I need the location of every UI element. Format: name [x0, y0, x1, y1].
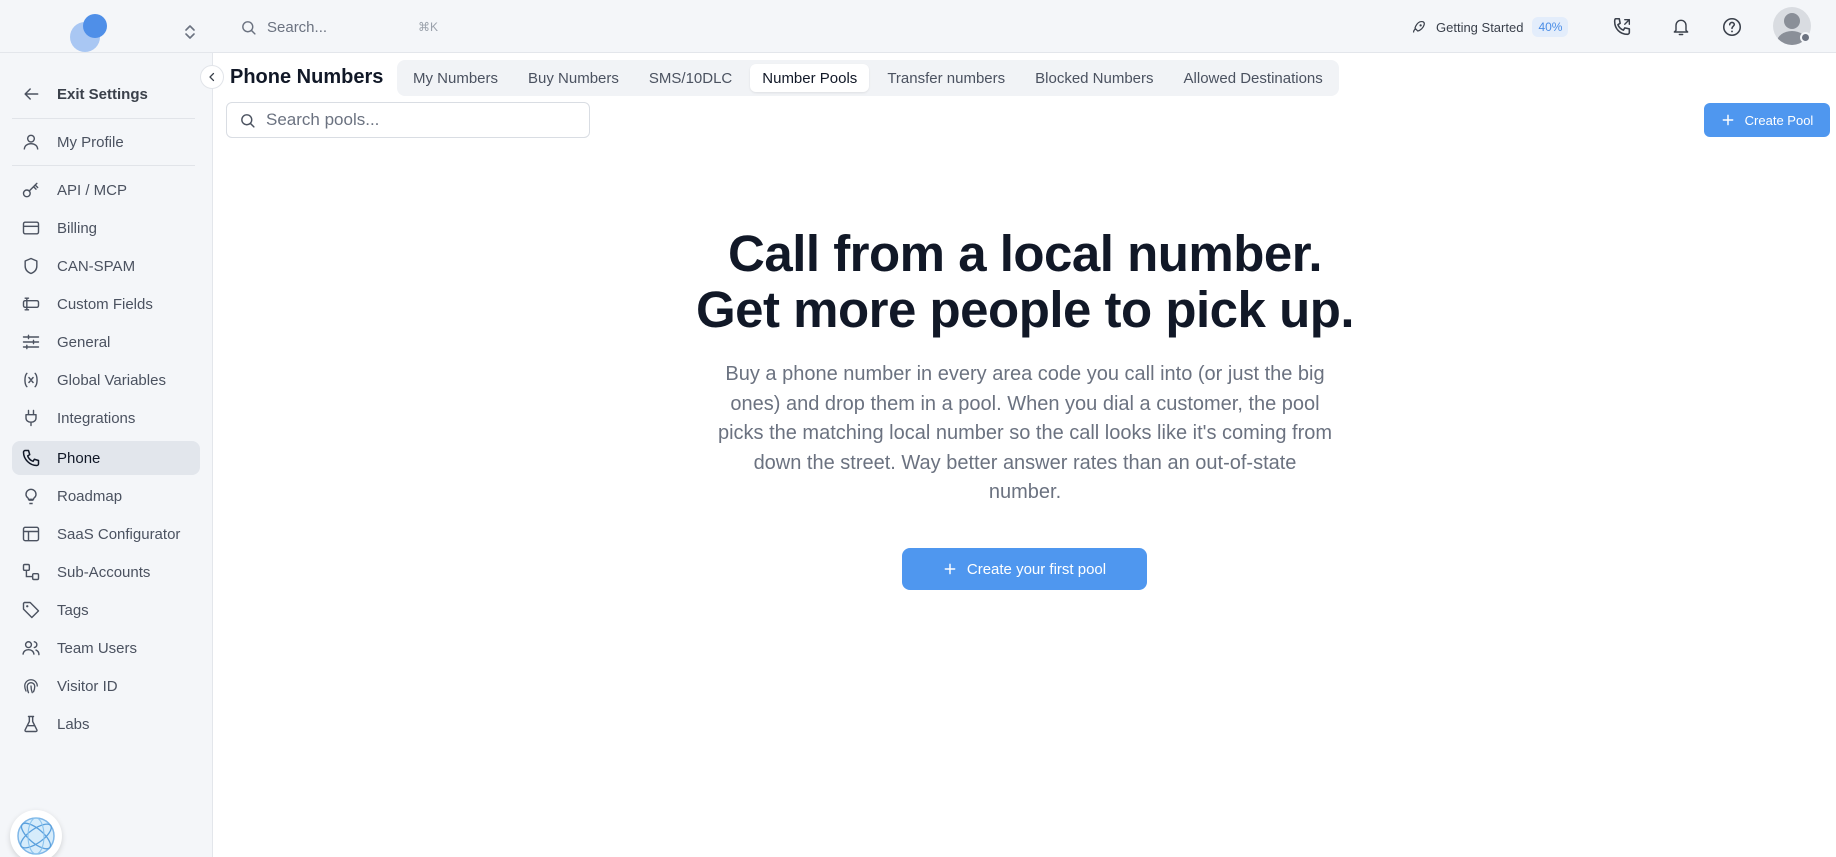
create-pool-button[interactable]: Create Pool — [1704, 103, 1830, 137]
users-icon — [20, 637, 42, 659]
sub-accounts-icon — [20, 561, 42, 583]
sidebar-item-label: SaaS Configurator — [57, 525, 181, 543]
key-icon — [20, 179, 42, 201]
tag-icon — [20, 599, 42, 621]
sidebar-item-label: Team Users — [57, 639, 138, 657]
tab-buy-numbers[interactable]: Buy Numbers — [516, 64, 631, 92]
pool-search-input[interactable] — [266, 110, 566, 130]
sidebar-item-general[interactable]: General — [12, 325, 200, 359]
sidebar-item-label: Global Variables — [57, 371, 166, 389]
search-icon — [242, 20, 256, 35]
sidebar-item-team-users[interactable]: Team Users — [12, 631, 200, 665]
sidebar-item-label: CAN-SPAM — [57, 257, 136, 275]
sliders-icon — [20, 331, 42, 353]
rocket-icon — [1412, 20, 1425, 32]
global-search-placeholder: Search... — [267, 18, 328, 36]
page-title: Phone Numbers — [230, 66, 384, 88]
bell-icon[interactable] — [1668, 14, 1694, 40]
assistant-globe-icon[interactable] — [10, 810, 62, 857]
tab-my-numbers[interactable]: My Numbers — [401, 64, 510, 92]
sidebar-item-label: Custom Fields — [57, 295, 153, 313]
top-bar: Search... ⌘K Getting Started 40% — [0, 0, 1836, 53]
plug-icon — [20, 407, 42, 429]
sidebar-item-label: General — [57, 333, 111, 351]
exit-settings-button[interactable]: Exit Settings — [12, 77, 200, 111]
plus-icon — [944, 563, 956, 575]
sidebar-item-label: Phone — [57, 449, 101, 467]
empty-state: Call from a local number. Get more peopl… — [640, 226, 1410, 508]
phone-tabs: My Numbers Buy Numbers SMS/10DLC Number … — [397, 60, 1339, 96]
hero-heading: Call from a local number. Get more peopl… — [640, 226, 1410, 338]
create-first-pool-button[interactable]: Create your first pool — [902, 548, 1147, 590]
layout-icon — [20, 523, 42, 545]
sidebar-item-custom-fields[interactable]: Custom Fields — [12, 287, 200, 321]
getting-started-button[interactable]: Getting Started 40% — [1410, 14, 1569, 40]
collapse-sidebar-button[interactable] — [200, 65, 224, 89]
sidebar-item-tags[interactable]: Tags — [12, 593, 200, 627]
global-search[interactable]: Search... ⌘K — [240, 13, 450, 41]
sidebar-item-phone[interactable]: Phone — [12, 441, 200, 475]
hero-description: Buy a phone number in every area code yo… — [717, 363, 1333, 503]
sidebar-item-label: Roadmap — [57, 487, 123, 505]
sidebar-item-label: My Profile — [57, 133, 124, 151]
tab-transfer-numbers[interactable]: Transfer numbers — [875, 64, 1017, 92]
tab-number-pools[interactable]: Number Pools — [750, 64, 870, 92]
divider — [12, 165, 195, 166]
create-first-pool-label: Create your first pool — [966, 560, 1107, 578]
lightbulb-icon — [20, 485, 42, 507]
search-icon — [241, 113, 255, 128]
sidebar-item-label: Integrations — [57, 409, 136, 427]
sidebar-item-label: Visitor ID — [57, 677, 118, 695]
search-shortcut: ⌘K — [418, 20, 439, 34]
tab-sms-10dlc[interactable]: SMS/10DLC — [637, 64, 744, 92]
hero-heading-line-2: Get more people to pick up. — [695, 281, 1355, 338]
user-icon — [20, 131, 42, 153]
sidebar-item-label: API / MCP — [57, 181, 128, 199]
create-pool-label: Create Pool — [1744, 112, 1814, 128]
credit-card-icon — [20, 217, 42, 239]
exit-settings-label: Exit Settings — [57, 85, 148, 103]
status-indicator — [1800, 32, 1811, 43]
sidebar-item-can-spam[interactable]: CAN-SPAM — [12, 249, 200, 283]
sidebar-item-label: Labs — [57, 715, 90, 733]
variable-icon — [20, 369, 42, 391]
sidebar-item-global-variables[interactable]: Global Variables — [12, 363, 200, 397]
tab-blocked-numbers[interactable]: Blocked Numbers — [1023, 64, 1165, 92]
flask-icon — [20, 713, 42, 735]
help-icon[interactable] — [1719, 14, 1745, 40]
sidebar-item-label: Tags — [57, 601, 89, 619]
pool-search-box — [226, 102, 590, 138]
sidebar-item-roadmap[interactable]: Roadmap — [12, 479, 200, 513]
fingerprint-icon — [20, 675, 42, 697]
settings-sidebar: Exit Settings My Profile API / MCP Billi… — [0, 53, 213, 857]
sidebar-item-labs[interactable]: Labs — [12, 707, 200, 741]
chevron-left-icon — [209, 72, 215, 82]
account-switcher-icon[interactable] — [183, 22, 199, 42]
sidebar-item-label: Billing — [57, 219, 98, 237]
divider — [12, 118, 195, 119]
sidebar-item-billing[interactable]: Billing — [12, 211, 200, 245]
tab-allowed-destinations[interactable]: Allowed Destinations — [1172, 64, 1335, 92]
sidebar-item-integrations[interactable]: Integrations — [12, 401, 200, 435]
sidebar-item-my-profile[interactable]: My Profile — [12, 125, 200, 159]
sidebar-item-sub-accounts[interactable]: Sub-Accounts — [12, 555, 200, 589]
progress-badge: 40% — [1532, 17, 1569, 37]
sidebar-item-saas-configurator[interactable]: SaaS Configurator — [12, 517, 200, 551]
app-logo[interactable] — [70, 14, 110, 54]
sidebar-item-label: Sub-Accounts — [57, 563, 151, 581]
plus-icon — [1722, 114, 1734, 126]
hero-heading-line-1: Call from a local number. — [728, 225, 1323, 282]
getting-started-label: Getting Started — [1436, 19, 1524, 35]
sidebar-item-api-mcp[interactable]: API / MCP — [12, 173, 200, 207]
phone-dialer-icon[interactable] — [1609, 14, 1635, 40]
shield-icon — [20, 255, 42, 277]
sidebar-item-visitor-id[interactable]: Visitor ID — [12, 669, 200, 703]
phone-icon — [20, 447, 42, 469]
custom-fields-icon — [20, 293, 42, 315]
arrow-left-icon — [20, 83, 42, 105]
